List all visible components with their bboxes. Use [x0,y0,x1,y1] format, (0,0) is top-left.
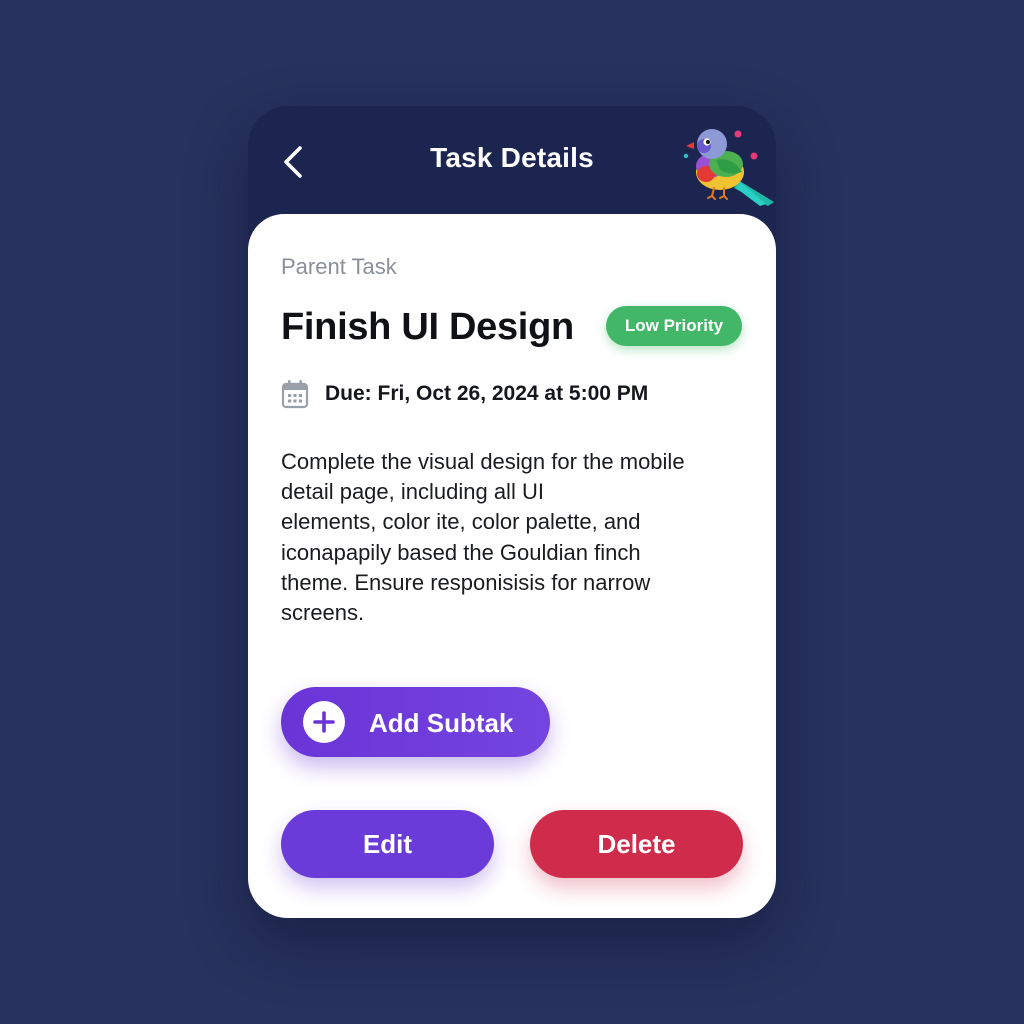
add-subtask-button[interactable]: Add Subtak [281,687,550,757]
task-details-screen: Task Details Parent Task Finish UI Desig… [248,106,776,918]
description-line: screens. [281,600,365,626]
delete-button[interactable]: Delete [530,810,743,878]
description-line: Complete the visual design for the mobil… [281,449,685,474]
description-line: detail page, including all UI [281,479,544,505]
due-date-text: Due: Fri, Oct 26, 2024 at 5:00 PM [325,382,649,405]
description-line: iconapapily based the Gouldian finch [281,539,641,565]
task-description: Complete the visual design for the mobil… [281,447,741,628]
add-subtask-label: Add Subtak [369,708,514,738]
due-date-row: Due: Fri, Oct 26, 2024 at 5:00 PM [281,378,648,410]
priority-badge: Low Priority [606,306,742,346]
calendar-icon [281,380,309,409]
edit-button[interactable]: Edit [281,810,494,878]
plus-icon [303,701,345,743]
parent-task-label: Parent Task [281,254,397,279]
header-bar: Task Details [248,106,776,216]
task-title: Finish UI Design [281,306,574,348]
description-line: theme. Ensure responisisis for narrow [281,569,651,595]
description-line: elements, color ite, color palette, and [281,509,641,535]
finch-mascot-icon [683,129,774,206]
